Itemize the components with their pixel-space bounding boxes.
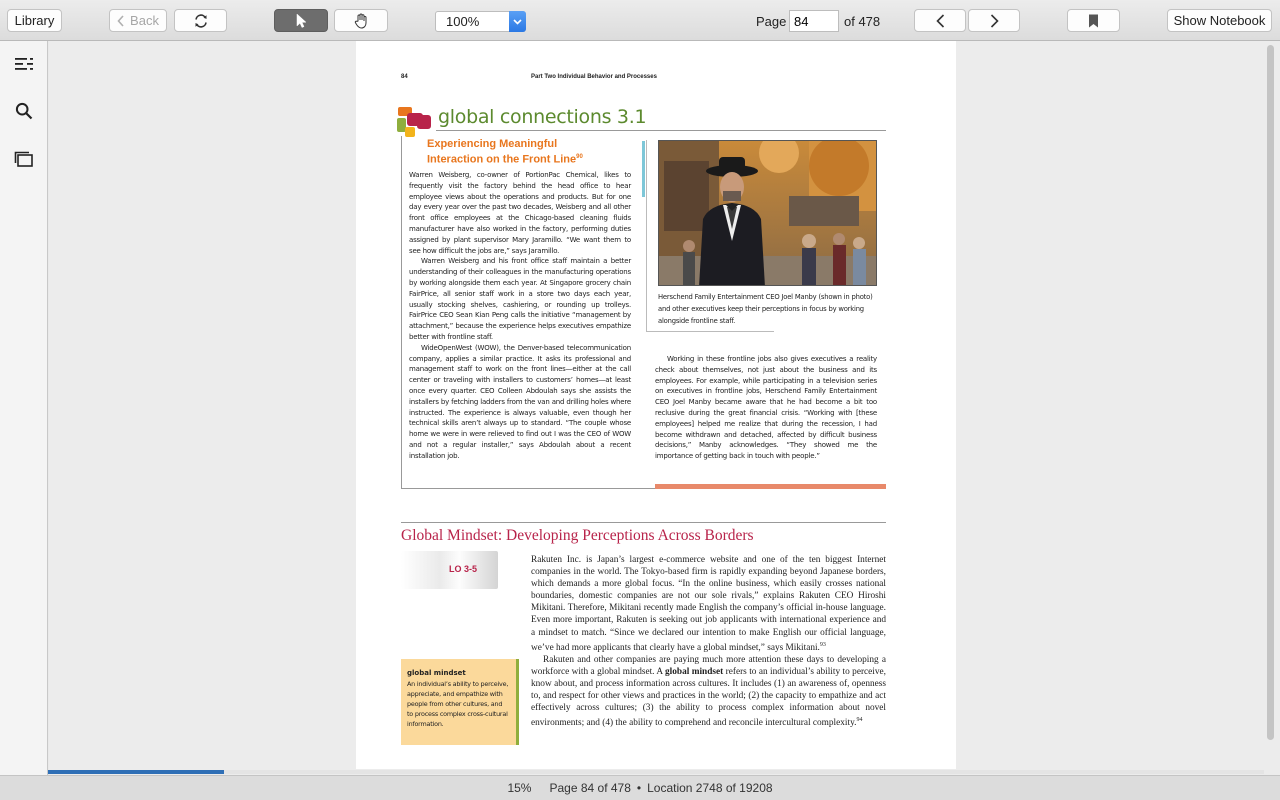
title-rule: [436, 130, 886, 131]
pointer-icon: [296, 12, 307, 28]
feature-subtitle-line-2-text: Interaction on the Front Line: [427, 153, 577, 166]
zoom-dropdown-arrow[interactable]: [509, 11, 526, 32]
page-total: of 478: [844, 14, 881, 29]
photo-frame-bottom: [646, 331, 774, 332]
glossary-term: global mindset: [407, 669, 466, 677]
vertical-scrollbar[interactable]: [1267, 45, 1274, 740]
learning-objective-badge: LO 3-5: [401, 551, 498, 589]
hand-icon: [354, 13, 367, 29]
book-viewer[interactable]: 84 Part Two Individual Behavior and Proc…: [49, 41, 1280, 775]
section-title: Global Mindset: Developing Perceptions A…: [401, 527, 754, 544]
bookmark-button[interactable]: [1067, 9, 1120, 32]
feature-accent-bar: [655, 484, 886, 489]
zoom-select[interactable]: 100%: [435, 11, 526, 32]
show-notebook-label: Show Notebook: [1173, 13, 1266, 28]
zoom-value: 100%: [446, 14, 480, 29]
table-of-contents-button[interactable]: [13, 53, 35, 75]
photo-joel-manby: [659, 141, 876, 285]
reading-progress-fill: [48, 770, 225, 774]
page-number: 84: [401, 74, 408, 80]
chevron-right-icon: [990, 13, 999, 28]
status-percent: 15%: [507, 781, 532, 795]
body-paragraph-1: Rakuten Inc. is Japan’s largest e-commer…: [531, 554, 886, 654]
feature-column-1: Warren Weisberg, co-owner of PortionPac …: [409, 170, 631, 462]
previous-page-button[interactable]: [914, 9, 966, 32]
body-footnote-94: 94: [856, 717, 863, 724]
back-label: Back: [130, 13, 159, 28]
feature-subtitle: Experiencing Meaningful Interaction on t…: [427, 138, 583, 167]
select-tool-button[interactable]: [274, 9, 328, 32]
feature-paragraph-4: Working in these frontline jobs also giv…: [655, 355, 877, 461]
bookmark-icon: [1089, 14, 1098, 27]
search-button[interactable]: [13, 100, 35, 122]
chevron-left-icon: [117, 14, 124, 27]
toolbar: Library Back 100% Page of 478 Show Noteb…: [0, 0, 1280, 41]
status-separator: •: [636, 781, 642, 795]
page-number-input[interactable]: [789, 10, 839, 32]
hand-tool-button[interactable]: [334, 9, 388, 32]
photo-frame-left: [646, 140, 647, 331]
chevron-down-icon: [513, 18, 522, 25]
next-page-button[interactable]: [968, 9, 1020, 32]
book-page: 84 Part Two Individual Behavior and Proc…: [356, 41, 956, 769]
pages-icon: [14, 151, 33, 167]
search-icon: [15, 102, 33, 120]
running-head: Part Two Individual Behavior and Process…: [531, 74, 657, 80]
status-page: Page 84 of 478: [549, 781, 631, 795]
glossary-definition: An individual’s ability to perceive, app…: [407, 680, 509, 728]
body-key-term: global mindset: [665, 666, 724, 677]
page-label: Page: [756, 14, 787, 29]
feature-title: global connections 3.1: [438, 106, 647, 128]
library-button[interactable]: Library: [7, 9, 62, 32]
feature-paragraph-3: WideOpenWest (WOW), the Denver-based tel…: [409, 343, 631, 460]
feature-photo: [658, 140, 877, 286]
feature-subtitle-line-2: Interaction on the Front Line90: [427, 151, 583, 167]
status-location: Location 2748 of 19208: [647, 781, 773, 795]
body-paragraph-2: Rakuten and other companies are paying m…: [531, 654, 886, 730]
section-rule: [401, 522, 886, 523]
photo-caption: Herschend Family Entertainment CEO Joel …: [658, 293, 873, 325]
feature-paragraph-1: Warren Weisberg, co-owner of PortionPac …: [409, 171, 631, 255]
body-footnote-93: 93: [819, 641, 826, 648]
show-notebook-button[interactable]: Show Notebook: [1167, 9, 1272, 32]
back-button[interactable]: Back: [109, 9, 167, 32]
refresh-icon: [194, 13, 207, 28]
learning-objective-label: LO 3-5: [449, 564, 478, 574]
feature-paragraph-2: Warren Weisberg and his front office sta…: [409, 257, 631, 341]
feature-subtitle-line-1: Experiencing Meaningful: [427, 138, 558, 150]
thumbnails-button[interactable]: [13, 148, 35, 170]
feature-box-left-border: [401, 136, 402, 489]
feature-box-bottom-border: [401, 488, 655, 489]
glossary-box: global mindset An individual’s ability t…: [401, 659, 519, 745]
refresh-button[interactable]: [174, 9, 227, 32]
toc-icon: [15, 58, 33, 70]
feature-column-2: Working in these frontline jobs also giv…: [655, 354, 877, 462]
body-paragraph-1-text: Rakuten Inc. is Japan’s largest e-commer…: [531, 555, 886, 653]
feature-subtitle-footnote: 90: [576, 154, 583, 160]
chevron-left-icon: [935, 13, 944, 28]
sidebar: [0, 41, 48, 775]
section-body: Rakuten Inc. is Japan’s largest e-commer…: [531, 554, 886, 730]
library-label: Library: [14, 13, 55, 28]
reading-progress-bar[interactable]: [48, 770, 1264, 774]
status-bar: 15% Page 84 of 478 • Location 2748 of 19…: [0, 775, 1280, 800]
feature-accent-vertical: [642, 141, 645, 197]
